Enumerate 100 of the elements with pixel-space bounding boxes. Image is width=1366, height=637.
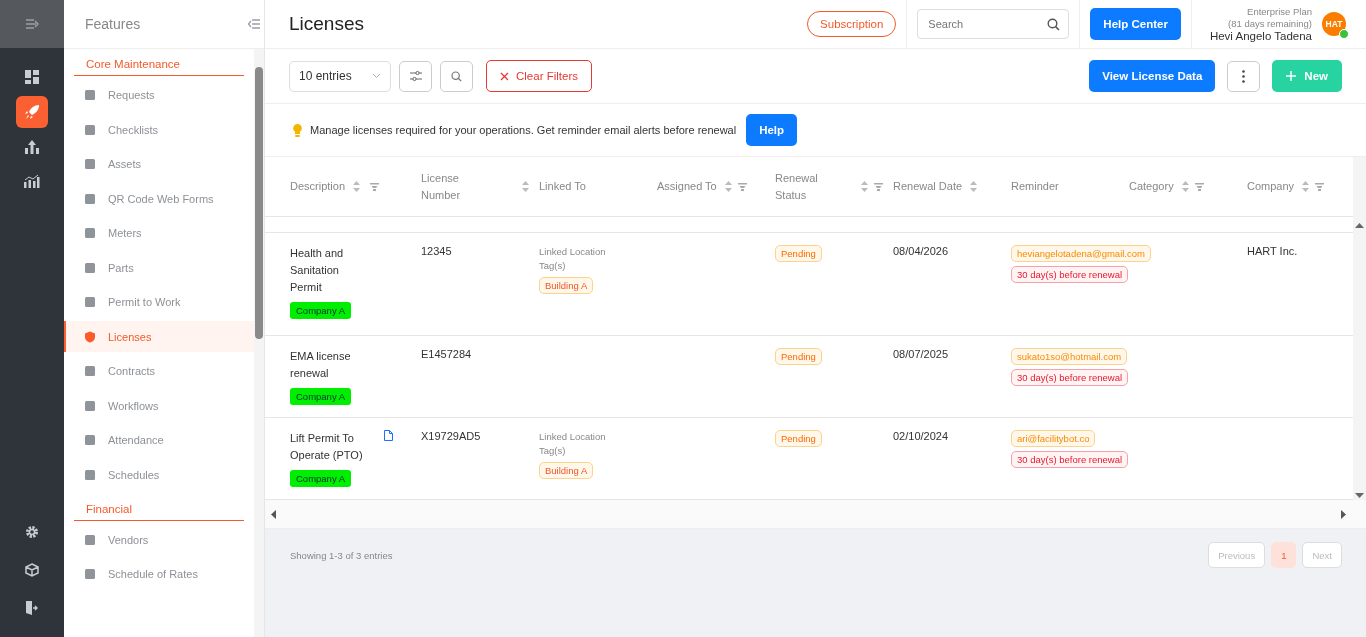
company-tag: Company A (290, 388, 352, 405)
license-description: Health and Sanitation Permit (290, 246, 345, 295)
license-number: 12345 (421, 245, 452, 257)
plan-name: Enterprise Plan (1247, 6, 1312, 18)
user-name[interactable]: Hevi Angelo Tadena (1209, 30, 1312, 42)
sort-icon[interactable] (1302, 181, 1310, 192)
sidebar-item[interactable]: Requests (64, 79, 254, 111)
menu-item-icon (84, 158, 96, 170)
info-text: Manage licenses required for your operations. Get reminder email alerts before renewal (310, 124, 737, 136)
search-icon (451, 70, 462, 82)
plus-icon (1286, 71, 1297, 81)
sidebar-item[interactable]: Licenses (64, 321, 254, 352)
search-icon[interactable] (1047, 17, 1061, 31)
expand-menu-icon[interactable] (25, 18, 39, 30)
help-button[interactable]: Help (746, 114, 798, 146)
menu-item-icon (84, 434, 96, 446)
lightbulb-icon (293, 123, 302, 137)
column-header[interactable]: Reminder (1011, 157, 1119, 216)
column-header[interactable]: Category (1129, 157, 1237, 216)
sliders-icon (408, 69, 423, 83)
sidebar-item[interactable]: Vendors (64, 524, 254, 555)
linked-label: Linked Location Tag(s) (539, 430, 607, 458)
sidebar-item[interactable]: Contracts (64, 355, 254, 387)
company-name: HART Inc. (1247, 245, 1298, 257)
scroll-down-icon[interactable] (1355, 493, 1364, 498)
sidebar-item[interactable]: Workflows (64, 390, 254, 421)
scroll-up-icon[interactable] (1355, 223, 1364, 228)
column-header[interactable]: Linked To (539, 157, 647, 216)
menu-item-icon (84, 261, 96, 274)
reminder-email: ari@facilitybot.co (1011, 430, 1096, 447)
avatar[interactable]: HAT (1322, 12, 1346, 36)
filter-icon[interactable] (874, 182, 883, 191)
sidebar-item[interactable]: Checklists (64, 114, 254, 145)
column-header[interactable]: Company (1247, 157, 1343, 216)
search-button[interactable] (440, 60, 473, 92)
document-icon[interactable] (384, 430, 393, 441)
menu-item-icon (84, 468, 96, 481)
entries-dropdown[interactable]: 10 entries (289, 60, 391, 92)
new-button[interactable]: New (1272, 60, 1342, 92)
clear-filters-button[interactable]: Clear Filters (486, 60, 592, 92)
menu-item-icon (84, 568, 96, 580)
page-number-button[interactable]: 1 (1271, 542, 1297, 568)
rocket-icon[interactable] (16, 96, 48, 128)
menu-item-icon (84, 296, 96, 308)
filter-settings-button[interactable] (399, 60, 432, 92)
status-badge: Pending (775, 348, 822, 365)
menu-item-icon (84, 533, 96, 546)
column-header[interactable]: License Number (421, 157, 529, 216)
sort-icon[interactable] (1181, 181, 1189, 192)
menu-item-icon (84, 227, 96, 239)
vertical-scrollbar[interactable] (1353, 157, 1366, 500)
reminder-rule: 30 day(s) before renewal (1011, 451, 1129, 468)
menu-item-icon (84, 365, 96, 377)
entries-summary: Showing 1-3 of 3 entries (290, 549, 393, 561)
filter-icon[interactable] (737, 182, 747, 191)
license-number: X19729AD5 (421, 430, 481, 442)
column-header[interactable]: Assigned To (657, 157, 765, 216)
column-header[interactable]: Renewal Status (775, 157, 883, 216)
sidebar-item[interactable]: Permit to Work (64, 286, 254, 318)
filter-icon[interactable] (1315, 182, 1325, 191)
license-description: Lift Permit To Operate (PTO) (290, 431, 364, 463)
sort-icon[interactable] (353, 181, 361, 192)
subscription-button[interactable]: Subscription (807, 11, 897, 37)
sidebar-item[interactable]: Attendance (64, 424, 254, 456)
license-description: EMA license renewal (290, 349, 352, 381)
sort-icon[interactable] (522, 181, 529, 192)
scroll-right-icon[interactable] (1341, 509, 1346, 519)
sidebar-title: Features (85, 16, 141, 32)
company-tag: Company A (290, 470, 352, 487)
reminder-rule: 30 day(s) before renewal (1011, 369, 1129, 386)
more-options-button[interactable] (1227, 60, 1261, 92)
filter-icon[interactable] (370, 182, 380, 191)
scrollbar[interactable] (254, 49, 264, 637)
renewal-date: 08/07/2025 (893, 348, 949, 360)
help-center-button[interactable]: Help Center (1090, 8, 1181, 40)
section-heading: Financial (74, 493, 244, 521)
sort-icon[interactable] (861, 181, 868, 192)
view-license-data-button[interactable]: View License Data (1089, 60, 1216, 92)
column-header[interactable]: Renewal Date (893, 157, 1001, 216)
collapse-sidebar-icon[interactable] (248, 19, 260, 29)
search-field[interactable]: Search (917, 9, 1070, 39)
horizontal-scrollbar[interactable] (265, 500, 1366, 529)
location-tag: Building A (539, 277, 594, 294)
column-header[interactable]: Description (290, 157, 411, 216)
sort-icon[interactable] (970, 181, 978, 192)
sidebar-item[interactable]: Parts (64, 252, 254, 283)
scroll-left-icon[interactable] (271, 509, 276, 519)
chevron-down-icon (372, 73, 381, 79)
close-icon (500, 71, 509, 81)
sidebar-item[interactable]: Assets (64, 148, 254, 180)
previous-page-button[interactable]: Previous (1208, 542, 1266, 568)
sidebar-item[interactable]: QR Code Web Forms (64, 183, 254, 214)
sort-icon[interactable] (724, 181, 732, 192)
sidebar-item[interactable]: Meters (64, 217, 254, 249)
sidebar-item[interactable]: Schedule of Rates (64, 558, 254, 590)
filter-icon[interactable] (1194, 182, 1204, 191)
next-page-button[interactable]: Next (1302, 542, 1342, 568)
menu-item-icon (84, 330, 96, 343)
sidebar-item[interactable]: Schedules (64, 459, 254, 490)
menu-item-icon (84, 192, 96, 205)
